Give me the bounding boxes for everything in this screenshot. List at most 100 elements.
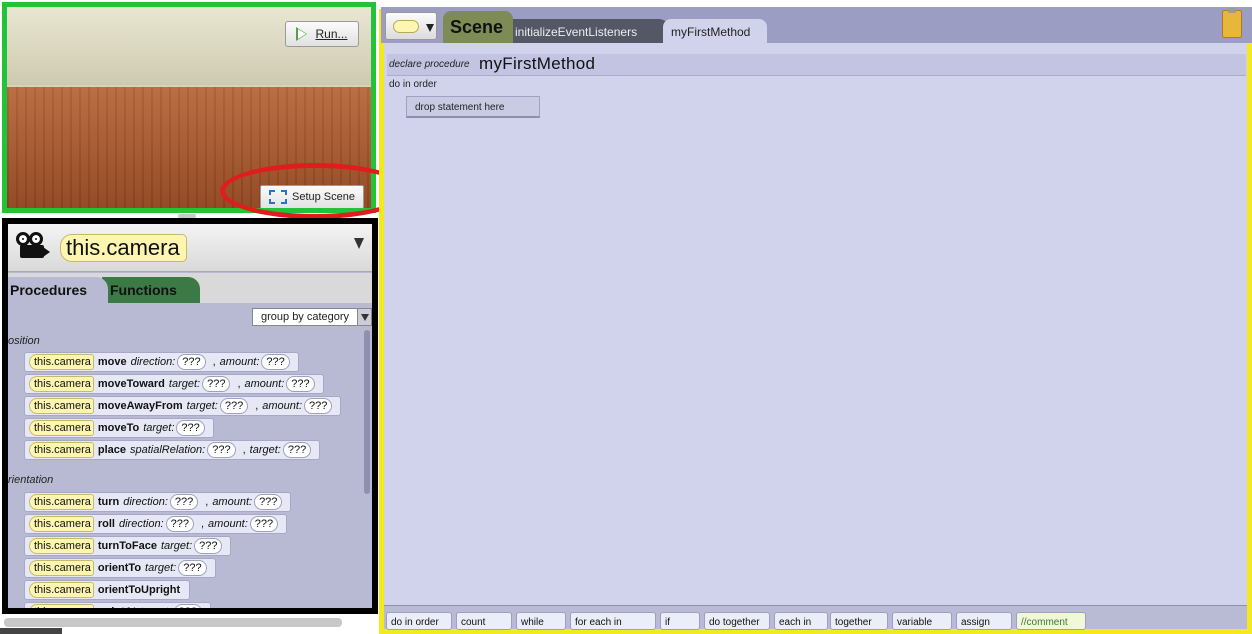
chevron-down-icon[interactable] <box>354 238 364 249</box>
procedure-name: place <box>97 444 126 456</box>
palette-statement[interactable]: assign <box>956 612 1012 630</box>
param-slot[interactable]: ??? <box>178 560 207 576</box>
status-strip <box>0 628 62 634</box>
procedure-name: move <box>97 356 127 368</box>
procedure-tile[interactable]: this.camera orientToUpright <box>24 580 191 600</box>
palette-statement[interactable]: each in <box>774 612 828 630</box>
param-slot[interactable]: ??? <box>219 398 249 414</box>
declare-prefix: declare procedure <box>389 59 470 70</box>
palette-statement[interactable]: count <box>456 612 512 630</box>
palette-statement[interactable]: together <box>830 612 888 630</box>
param-slot[interactable]: ??? <box>202 376 231 392</box>
procedure-name: moveToward <box>97 378 165 390</box>
this-camera-chip: this.camera <box>29 538 94 554</box>
palette-statement[interactable]: while <box>516 612 566 630</box>
camera-icon <box>16 232 50 260</box>
do-in-order-label: do in order <box>389 79 437 90</box>
param-slot[interactable]: ??? <box>254 494 283 510</box>
statement-palette: do in order count while for each in if do tog… <box>384 605 1247 630</box>
entity-selector[interactable]: this.camera <box>60 234 187 262</box>
param-slot[interactable]: ??? <box>176 420 205 436</box>
procedure-name: pointAt <box>97 606 137 614</box>
member-scrollbar[interactable] <box>364 330 370 494</box>
this-camera-chip: this.camera <box>29 494 94 510</box>
tab-scene[interactable]: Scene <box>443 11 513 43</box>
palette-statement[interactable]: if <box>660 612 700 630</box>
type-chooser-button[interactable] <box>385 12 437 40</box>
param-label: direction: <box>130 356 176 368</box>
tab-functions[interactable]: Functions <box>102 277 200 303</box>
param-slot[interactable]: ??? <box>304 398 333 414</box>
param-label: target: <box>145 562 177 574</box>
clipboard-icon[interactable] <box>1222 8 1242 38</box>
procedure-declaration: declare procedure myFirstMethod <box>387 54 1246 76</box>
this-camera-chip: this.camera <box>29 354 94 370</box>
this-camera-chip: this.camera <box>29 376 94 392</box>
procedure-tile[interactable]: this.camera orientTo target:??? <box>24 558 216 578</box>
category-label-orientation: rientation <box>8 474 54 486</box>
tab-my-first-method[interactable]: myFirstMethod <box>663 19 767 43</box>
param-label: target: <box>168 378 201 390</box>
procedure-tile[interactable]: this.camera moveAwayFrom target:???, amount… <box>24 396 342 416</box>
this-camera-chip: this.camera <box>29 604 94 608</box>
group-by-value: group by category <box>261 311 350 323</box>
procedure-tile[interactable]: this.camera place spatialRelation:???, targ… <box>24 440 321 460</box>
param-label: amount: <box>212 496 253 508</box>
procedure-tile[interactable]: this.camera roll direction:???, amount:??? <box>24 514 288 534</box>
param-slot[interactable]: ??? <box>207 442 236 458</box>
run-button-label: Run... <box>315 27 348 41</box>
type-icon <box>393 20 419 33</box>
this-camera-chip: this.camera <box>29 398 94 414</box>
member-tab-strip: Functions Procedures <box>8 273 372 303</box>
param-slot[interactable]: ??? <box>177 354 206 370</box>
procedure-tile[interactable]: this.camera moveTo target:??? <box>24 418 214 438</box>
procedure-tile[interactable]: this.camera move direction:???, amount:??? <box>24 352 299 372</box>
alice-ide-window: Run... Setup Scene this.camera Functions… <box>0 0 1252 634</box>
param-label: spatialRelation: <box>130 444 206 456</box>
param-slot[interactable]: ??? <box>249 516 279 532</box>
member-panel: this.camera Functions Procedures group b… <box>2 218 378 614</box>
horizontal-scrollbar[interactable] <box>4 618 342 627</box>
procedure-tile[interactable]: this.camera moveToward target:???, amount:?… <box>24 374 324 394</box>
param-slot[interactable]: ??? <box>173 604 202 608</box>
param-label: amount: <box>208 518 248 530</box>
procedure-tile[interactable]: this.camera turnToFace target:??? <box>24 536 232 556</box>
procedure-name: orientTo <box>97 562 142 574</box>
chevron-down-icon <box>357 309 371 325</box>
param-label: amount: <box>219 356 260 368</box>
param-separator: , <box>205 496 209 508</box>
procedure-name: turnToFace <box>97 540 157 552</box>
group-by-select[interactable]: group by category <box>252 308 372 326</box>
param-slot[interactable]: ??? <box>194 538 223 554</box>
palette-statement[interactable]: do together <box>704 612 770 630</box>
run-button[interactable]: Run... <box>285 21 359 47</box>
param-slot[interactable]: ??? <box>261 354 290 370</box>
param-slot[interactable]: ??? <box>165 516 194 532</box>
tab-initialize-event-listeners[interactable]: initializeEventListeners <box>509 19 669 43</box>
param-slot[interactable]: ??? <box>286 376 315 392</box>
param-label: direction: <box>118 518 164 530</box>
entity-selector-bar: this.camera <box>8 224 372 272</box>
procedure-name: turn <box>97 496 120 508</box>
param-separator: , <box>212 356 216 368</box>
param-slot[interactable]: ??? <box>169 494 199 510</box>
chevron-down-icon <box>426 24 434 32</box>
param-label: target: <box>140 606 172 614</box>
drop-statement-target[interactable]: drop statement here <box>406 96 540 118</box>
this-camera-chip: this.camera <box>29 442 94 458</box>
palette-statement[interactable]: //comment <box>1016 612 1086 630</box>
param-label: target: <box>186 400 218 412</box>
procedure-tile[interactable]: this.camera pointAt target:??? <box>24 602 211 614</box>
param-label: amount: <box>262 400 302 412</box>
procedure-tile[interactable]: this.camera turn direction:???, amount:??? <box>24 492 292 512</box>
param-slot[interactable]: ??? <box>282 442 312 458</box>
this-camera-chip: this.camera <box>29 582 94 598</box>
palette-statement[interactable]: for each in <box>570 612 656 630</box>
palette-statement[interactable]: do in order <box>386 612 452 630</box>
procedure-name[interactable]: myFirstMethod <box>479 54 595 74</box>
param-label: direction: <box>123 496 168 508</box>
param-separator: , <box>237 378 241 390</box>
palette-statement[interactable]: variable <box>892 612 952 630</box>
tab-procedures[interactable]: Procedures <box>8 277 108 303</box>
procedure-name: orientToUpright <box>97 584 181 596</box>
